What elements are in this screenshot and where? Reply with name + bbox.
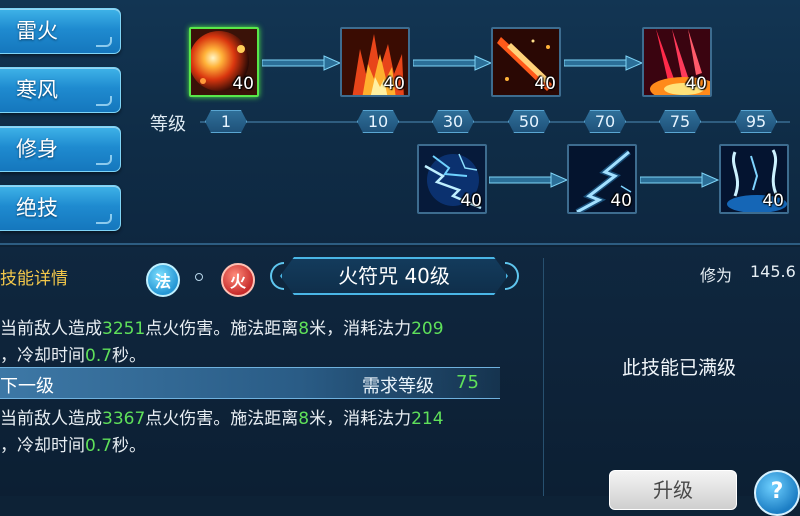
arrow-right-icon bbox=[640, 172, 720, 188]
level-marker: 75 bbox=[659, 110, 701, 133]
level-label: 等级 bbox=[150, 114, 186, 135]
skill-slot-fire-rain[interactable]: 40 bbox=[642, 27, 712, 97]
next-level-label: 下一级 bbox=[0, 376, 54, 397]
level-marker: 10 bbox=[357, 110, 399, 133]
skill-level: 40 bbox=[685, 74, 707, 94]
school-badge: 法 bbox=[146, 263, 180, 297]
tab-jueji[interactable]: 绝技 bbox=[0, 185, 121, 231]
tab-leihuo[interactable]: 雷火 bbox=[0, 8, 121, 54]
next-effect-line2: ，冷却时间0.7秒。 bbox=[0, 436, 147, 456]
cultivation-value: 145.6 bbox=[750, 262, 796, 281]
skill-level: 40 bbox=[460, 191, 482, 211]
skill-slot-fireball[interactable]: 40 bbox=[189, 27, 259, 97]
panel-divider bbox=[543, 258, 544, 496]
level-marker: 30 bbox=[432, 110, 474, 133]
arrow-right-icon bbox=[413, 55, 493, 71]
skill-level: 40 bbox=[232, 74, 254, 94]
tab-label: 雷火 bbox=[16, 19, 58, 43]
help-icon: ? bbox=[770, 479, 784, 504]
skill-slot-lightning[interactable]: 40 bbox=[417, 144, 487, 214]
tab-hanfeng[interactable]: 寒风 bbox=[0, 67, 121, 113]
level-marker: 95 bbox=[735, 110, 777, 133]
tab-label: 寒风 bbox=[16, 78, 58, 102]
skill-name: 火符咒 40级 bbox=[338, 264, 450, 288]
skill-slot-fire-slash[interactable]: 40 bbox=[491, 27, 561, 97]
arrow-right-icon bbox=[262, 55, 342, 71]
skill-level: 40 bbox=[534, 74, 556, 94]
skill-level: 40 bbox=[383, 74, 405, 94]
current-effect-line1: 当前敌人造成3251点火伤害。施法距离8米，消耗法力209 bbox=[0, 319, 444, 339]
level-marker: 70 bbox=[584, 110, 626, 133]
skill-slot-lightning-chain[interactable]: 40 bbox=[567, 144, 637, 214]
level-marker: 50 bbox=[508, 110, 550, 133]
upgrade-button[interactable]: 升级 bbox=[609, 470, 737, 510]
tab-xiushen[interactable]: 修身 bbox=[0, 126, 121, 172]
help-button[interactable]: ? bbox=[754, 470, 800, 516]
arrow-right-icon bbox=[489, 172, 569, 188]
current-effect-line2: ，冷却时间0.7秒。 bbox=[0, 346, 147, 366]
skill-slot-flame-pillar[interactable]: 40 bbox=[340, 27, 410, 97]
required-level-label: 需求等级 bbox=[362, 376, 434, 397]
separator-dot bbox=[195, 273, 203, 281]
required-level-value: 75 bbox=[456, 372, 479, 393]
cultivation-label: 修为 bbox=[700, 266, 733, 285]
element-badge: 火 bbox=[221, 263, 255, 297]
level-marker: 1 bbox=[205, 110, 247, 133]
tab-label: 绝技 bbox=[16, 196, 58, 220]
detail-title: 技能详情 bbox=[0, 269, 68, 289]
skill-level: 40 bbox=[610, 191, 632, 211]
arrow-right-icon bbox=[564, 55, 644, 71]
tab-label: 修身 bbox=[16, 137, 58, 161]
next-effect-line1: 当前敌人造成3367点火伤害。施法距离8米，消耗法力214 bbox=[0, 409, 444, 429]
skill-level: 40 bbox=[762, 191, 784, 211]
upgrade-button-label: 升级 bbox=[653, 478, 693, 502]
level-track bbox=[200, 121, 790, 123]
skill-maxed-notice: 此技能已满级 bbox=[622, 357, 737, 379]
skill-name-frame: 火符咒 40级 bbox=[280, 257, 508, 295]
skill-slot-thunder-storm[interactable]: 40 bbox=[719, 144, 789, 214]
